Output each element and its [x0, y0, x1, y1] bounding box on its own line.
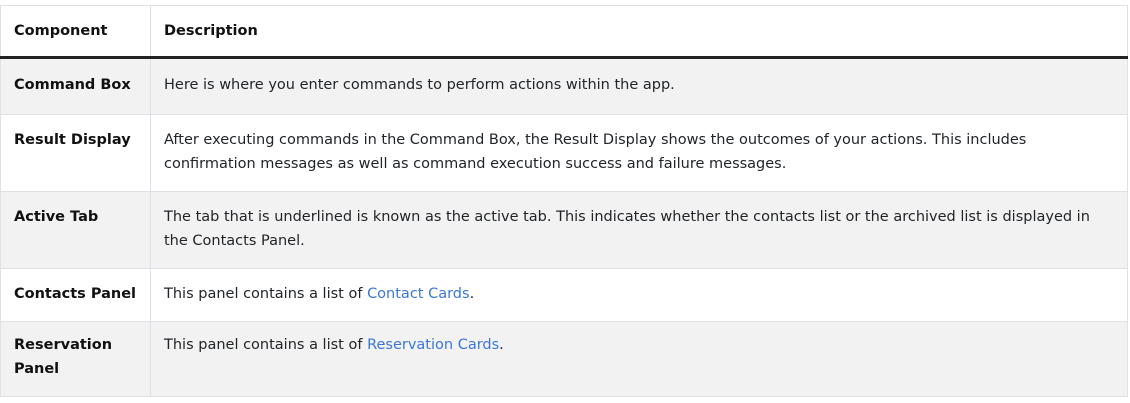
table-row-result-display: Result Display After executing commands …: [0, 114, 1128, 192]
description-text: This panel contains a list of: [164, 286, 368, 302]
table-row-reservation-panel: Reservation Panel This panel contains a …: [0, 321, 1128, 397]
component-cell: Command Box: [0, 57, 151, 115]
table-row-contacts-panel: Contacts Panel This panel contains a lis…: [0, 268, 1128, 322]
table-row-active-tab: Active Tab The tab that is underlined is…: [0, 191, 1128, 269]
header-row: Component Description: [0, 5, 1128, 59]
component-cell: Result Display: [0, 114, 151, 192]
page: Component Description Command Box Here i…: [0, 0, 1130, 403]
table-header: Component Description: [0, 5, 1128, 59]
description-cell: This panel contains a list of Reservatio…: [150, 321, 1128, 397]
components-table: Component Description Command Box Here i…: [0, 5, 1128, 397]
column-header-description: Description: [150, 5, 1128, 59]
table-body: Command Box Here is where you enter comm…: [0, 57, 1128, 397]
component-cell: Active Tab: [0, 191, 151, 269]
contact-cards-link[interactable]: Contact Cards: [367, 286, 470, 302]
reservation-cards-link[interactable]: Reservation Cards: [367, 337, 499, 353]
table-row-command-box: Command Box Here is where you enter comm…: [0, 57, 1128, 115]
description-cell: After executing commands in the Command …: [150, 114, 1128, 192]
column-header-component: Component: [0, 5, 151, 59]
description-cell: Here is where you enter commands to perf…: [150, 57, 1128, 115]
description-text: This panel contains a list of: [164, 337, 368, 353]
description-suffix: .: [469, 286, 475, 302]
description-suffix: .: [499, 337, 504, 353]
component-cell: Reservation Panel: [0, 321, 151, 397]
description-cell: The tab that is underlined is known as t…: [150, 191, 1128, 269]
component-cell: Contacts Panel: [0, 268, 151, 322]
description-cell: This panel contains a list of Contact Ca…: [150, 268, 1128, 322]
